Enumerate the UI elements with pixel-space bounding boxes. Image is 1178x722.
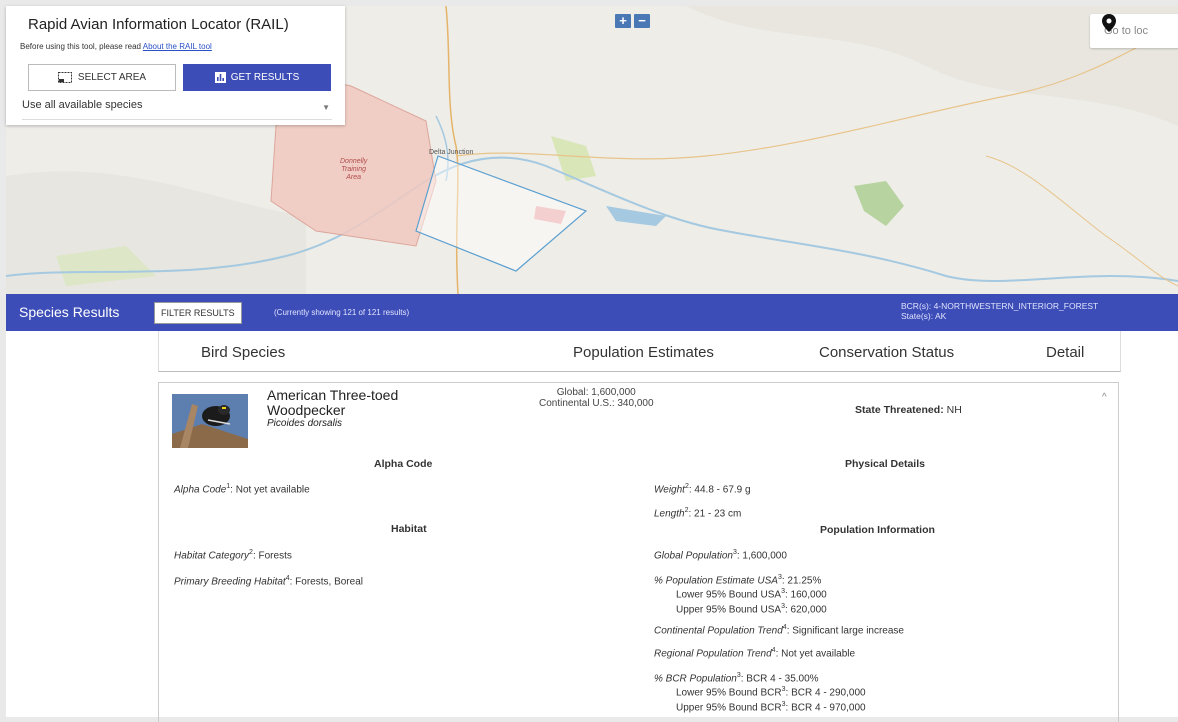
bcr-population-row: % BCR Population3: BCR 4 - 35.00% Lower … (654, 672, 866, 713)
region-info: BCR(s): 4-NORTHWESTERN_INTERIOR_FOREST S… (901, 301, 1098, 321)
conservation-status: State Threatened: NH (855, 404, 962, 416)
get-results-button[interactable]: GET RESULTS (183, 64, 331, 91)
pop-continental: Continental U.S.: 340,000 (539, 398, 654, 409)
results-title: Species Results (19, 304, 120, 320)
pop-global: Global: 1,600,000 (556, 387, 636, 398)
bird-scientific-name: Picoides dorsalis (267, 418, 343, 429)
chart-icon (214, 72, 226, 83)
habitat-heading: Habitat (391, 523, 427, 535)
continental-trend-row: Continental Population Trend4: Significa… (654, 624, 904, 637)
results-body: Bird Species Population Estimates Conser… (6, 331, 1178, 722)
col-population-estimates: Population Estimates (573, 344, 714, 361)
species-card: American Three-toed Woodpecker Picoides … (158, 382, 1119, 722)
select-area-icon (57, 72, 72, 83)
regional-trend-row: Regional Population Trend4: Not yet avai… (654, 647, 856, 660)
results-column-header: Bird Species Population Estimates Conser… (158, 331, 1121, 372)
col-bird-species: Bird Species (201, 344, 286, 361)
col-detail: Detail (1046, 344, 1085, 361)
physical-details-heading: Physical Details (845, 458, 925, 470)
intro-text: Before using this tool, please read Abou… (20, 42, 212, 51)
alpha-code-row: Alpha Code1: Not yet available (174, 483, 310, 496)
zoom-out-button[interactable]: − (634, 14, 650, 28)
usa-lower-bound: Lower 95% Bound USA3: 160,000 (676, 588, 827, 601)
training-area-label: Donnelly Training Area (340, 158, 368, 181)
dropdown-caret-icon: ▼ (322, 103, 330, 112)
rail-panel: Rapid Avian Information Locator (RAIL) B… (6, 6, 345, 125)
bird-photo (172, 394, 248, 448)
select-area-button[interactable]: SELECT AREA (28, 64, 176, 91)
bcr-lower-bound: Lower 95% Bound BCR3: BCR 4 - 290,000 (676, 686, 866, 699)
usa-upper-bound: Upper 95% Bound USA3: 620,000 (676, 602, 827, 615)
weight-row: Weight2: 44.8 - 67.9 g (654, 483, 751, 496)
results-count: (Currently showing 121 of 121 results) (274, 308, 410, 317)
collapse-chevron-icon[interactable]: ^ (1102, 392, 1107, 403)
col-conservation-status: Conservation Status (819, 344, 955, 361)
population-info-heading: Population Information (820, 524, 935, 536)
bird-common-name: American Three-toed Woodpecker (267, 387, 399, 418)
breeding-habitat-row: Primary Breeding Habitat4: Forests, Bore… (174, 575, 363, 588)
results-bar: Species Results FILTER RESULTS (Currentl… (6, 294, 1178, 331)
species-select[interactable]: Use all available species ▼ (22, 99, 332, 120)
location-search[interactable]: Go to loc (1090, 14, 1178, 48)
zoom-in-button[interactable]: + (615, 14, 631, 28)
habitat-category-row: Habitat Category2: Forests (174, 549, 292, 562)
location-pin-icon (1102, 14, 1116, 32)
filter-results-button[interactable]: FILTER RESULTS (154, 302, 242, 324)
bcr-upper-bound: Upper 95% Bound BCR3: BCR 4 - 970,000 (676, 700, 866, 713)
population-summary: Global: 1,600,000 Continental U.S.: 340,… (539, 387, 654, 409)
app-title: Rapid Avian Information Locator (RAIL) (28, 16, 289, 33)
zoom-controls: + − (615, 14, 650, 28)
about-rail-link[interactable]: About the RAIL tool (143, 42, 212, 51)
junction-label: Delta Junction (429, 149, 474, 156)
usa-estimate-row: % Population Estimate USA3: 21.25% Lower… (654, 574, 827, 615)
global-population-row: Global Population3: 1,600,000 (654, 549, 787, 562)
state-info: State(s): AK (901, 311, 947, 321)
bcr-info: BCR(s): 4-NORTHWESTERN_INTERIOR_FOREST (901, 301, 1099, 311)
length-row: Length2: 21 - 23 cm (654, 507, 742, 520)
alpha-code-heading: Alpha Code (374, 458, 433, 470)
